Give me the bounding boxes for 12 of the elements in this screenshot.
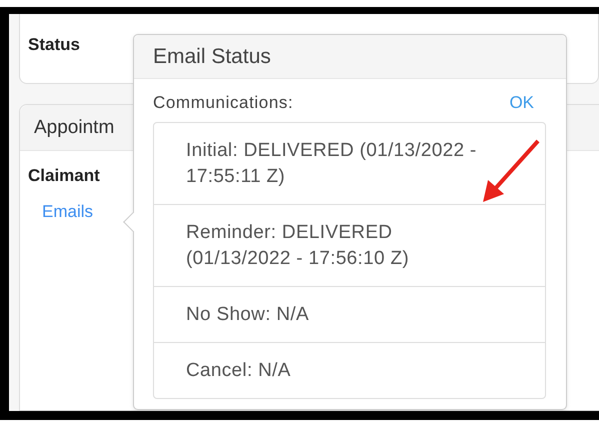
ok-button[interactable]: OK (509, 93, 534, 113)
communications-label: Communications: (153, 93, 294, 113)
popover-title: Email Status (153, 44, 271, 68)
communication-item: Reminder: DELIVERED (01/13/2022 - 17:56:10 Z) (186, 222, 409, 269)
status-label: Status (28, 34, 80, 54)
communication-item: Initial: DELIVERED (01/13/2022 - 17:55:11 Z) (186, 140, 477, 187)
card-title: Appointm (34, 116, 114, 138)
claimant-label: Claimant (28, 166, 100, 186)
communication-item: Cancel: N/A (186, 360, 291, 381)
communication-item: No Show: N/A (186, 304, 309, 325)
emails-link[interactable]: Emails (28, 202, 94, 221)
arrow-icon (480, 138, 542, 204)
